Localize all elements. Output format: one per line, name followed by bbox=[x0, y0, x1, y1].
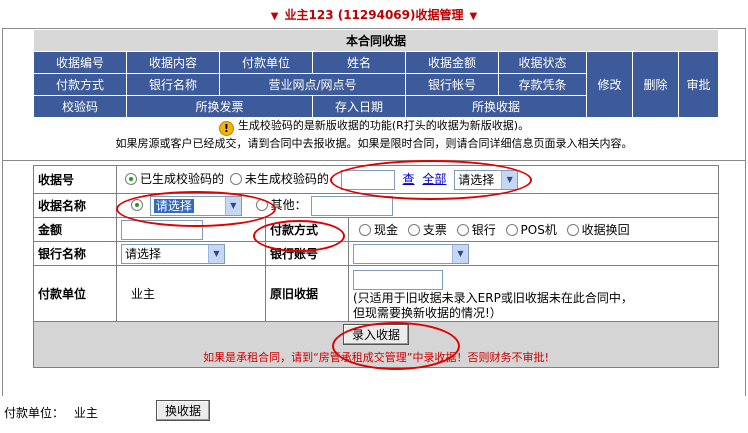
warning-icon: ! bbox=[218, 121, 234, 136]
col-exchanged-receipt: 所换收据 bbox=[405, 95, 587, 118]
pay-return-option[interactable]: 收据换回 bbox=[566, 223, 630, 237]
notice-box: ! 生成校验码的是新版收据的功能(R打头的收据为新版收据)。 如果房源或客户已经成… bbox=[0, 118, 748, 162]
col-receipt-no: 收据编号 bbox=[33, 51, 127, 74]
old-receipt-input[interactable] bbox=[353, 269, 443, 290]
receipt-name-label: 收据名称 bbox=[33, 193, 117, 218]
all-link[interactable]: 全部 bbox=[422, 172, 446, 186]
notice-line-1: 生成校验码的是新版收据的功能(R打头的收据为新版收据)。 bbox=[237, 119, 530, 132]
bank-account-cell: ▼ bbox=[347, 241, 720, 266]
chevron-down-icon: ▼ bbox=[501, 170, 518, 189]
other-input[interactable] bbox=[310, 195, 393, 216]
pay-check-option[interactable]: 支票 bbox=[407, 223, 447, 237]
radio-receipt-name-select[interactable] bbox=[131, 199, 143, 211]
old-receipt-label: 原旧收据 bbox=[265, 265, 349, 322]
receipt-list-header: 本合同收据 收据编号 收据内容 付款单位 姓名 收据金额 收据状态 修改 删除 … bbox=[32, 29, 720, 118]
receipt-no-label: 收据号 bbox=[33, 165, 117, 194]
not-generated-option[interactable]: 未生成校验码的 bbox=[229, 172, 329, 186]
amount-input[interactable] bbox=[121, 219, 203, 240]
col-invoice: 所换发票 bbox=[126, 95, 313, 118]
payer-cell: 业主 bbox=[116, 265, 266, 322]
radio-not-generated[interactable] bbox=[229, 173, 242, 185]
header-caption: 本合同收据 bbox=[32, 29, 720, 52]
bank-name-label: 银行名称 bbox=[33, 241, 117, 266]
payer-value: 业主 bbox=[131, 287, 156, 301]
col-deposit-date: 存入日期 bbox=[312, 95, 406, 118]
bank-account-label: 银行账号 bbox=[265, 241, 349, 266]
col-edit: 修改 bbox=[586, 51, 633, 118]
col-branch: 营业网点/网点号 bbox=[219, 73, 406, 96]
receipt-no-input[interactable] bbox=[340, 169, 395, 190]
col-status: 收据状态 bbox=[498, 51, 587, 74]
pay-pos-option[interactable]: POS机 bbox=[505, 223, 557, 237]
receipt-no-select[interactable]: 请选择 ▼ bbox=[454, 169, 519, 190]
generated-option[interactable]: 已生成校验码的 bbox=[125, 172, 224, 186]
col-bank-account: 银行帐号 bbox=[405, 73, 499, 96]
footer-payer-label: 付款单位： bbox=[4, 406, 65, 420]
receipt-entry-form: 收据号 已生成校验码的 未生成校验码的 查 全部 请选择 ▼ 收据名称 请选择 ▼ … bbox=[32, 165, 720, 368]
chevron-down-icon: ▼ bbox=[224, 196, 241, 215]
col-pay-method: 付款方式 bbox=[33, 73, 127, 96]
radio-check[interactable] bbox=[407, 224, 420, 236]
other-option[interactable]: 其他： bbox=[255, 198, 307, 212]
radio-return[interactable] bbox=[566, 224, 579, 236]
old-receipt-note-2: 但现需要换新收据的情况!） bbox=[353, 305, 502, 320]
radio-generated[interactable] bbox=[125, 173, 137, 185]
pay-method-label: 付款方式 bbox=[265, 217, 349, 242]
col-payer: 付款单位 bbox=[219, 51, 313, 74]
amount-cell bbox=[116, 217, 266, 242]
submit-row: 录入收据 如果是承租合同，请到“房管承租成交管理”中录收据！否则财务不审批! bbox=[32, 321, 720, 368]
radio-other[interactable] bbox=[255, 199, 268, 211]
receipt-name-cell: 请选择 ▼ 其他： bbox=[115, 193, 720, 218]
pay-bank-option[interactable]: 银行 bbox=[456, 223, 496, 237]
col-deposit-slip: 存款凭条 bbox=[498, 73, 587, 96]
triangle-down-icon: ▼ bbox=[469, 11, 478, 22]
col-check-code: 校验码 bbox=[33, 95, 127, 118]
bank-name-cell: 请选择 ▼ bbox=[116, 241, 266, 266]
search-link[interactable]: 查 bbox=[403, 172, 415, 186]
divider bbox=[2, 160, 746, 161]
footer: 付款单位： 业主 换收据 bbox=[4, 400, 211, 421]
col-bank-name: 银行名称 bbox=[126, 73, 220, 96]
pay-cash-option[interactable]: 现金 bbox=[359, 223, 398, 237]
bank-name-select[interactable]: 请选择 ▼ bbox=[121, 243, 225, 264]
page-title: 业主123 (11294069)收据管理 bbox=[284, 8, 464, 22]
chevron-down-icon: ▼ bbox=[452, 244, 468, 263]
pay-method-cell: 现金 支票 银行 POS机 收据换回 bbox=[347, 217, 720, 242]
exchange-receipt-button[interactable]: 换收据 bbox=[156, 400, 211, 421]
amount-label: 金额 bbox=[33, 217, 117, 242]
page-title-bar: ▼ 业主123 (11294069)收据管理 ▼ bbox=[0, 0, 748, 28]
col-approve: 审批 bbox=[677, 51, 720, 118]
chevron-down-icon: ▼ bbox=[208, 244, 224, 263]
payer-label: 付款单位 bbox=[33, 265, 117, 322]
col-amount: 收据金额 bbox=[405, 51, 499, 74]
col-receipt-content: 收据内容 bbox=[126, 51, 220, 74]
triangle-down-icon: ▼ bbox=[270, 11, 279, 22]
receipt-name-select[interactable]: 请选择 ▼ bbox=[149, 195, 242, 216]
col-name: 姓名 bbox=[312, 51, 406, 74]
col-delete: 删除 bbox=[632, 51, 679, 118]
footer-payer-value: 业主 bbox=[73, 406, 98, 420]
lease-warning: 如果是承租合同，请到“房管承租成交管理”中录收据！否则财务不审批! bbox=[203, 351, 549, 364]
notice-line-2: 如果房源或客户已经成交，请到合同中去报收据。如果是限时合同，则请合同详细信息页面… bbox=[115, 137, 633, 150]
receipt-no-cell: 已生成校验码的 未生成校验码的 查 全部 请选择 ▼ bbox=[115, 165, 720, 194]
radio-pos[interactable] bbox=[505, 224, 518, 236]
old-receipt-cell: (只适用于旧收据未录入ERP或旧收据未在此合同中， 但现需要换新收据的情况!） bbox=[347, 265, 720, 322]
radio-cash[interactable] bbox=[359, 224, 371, 236]
old-receipt-note-1: (只适用于旧收据未录入ERP或旧收据未在此合同中， bbox=[353, 290, 633, 305]
bank-account-select[interactable]: ▼ bbox=[353, 243, 469, 264]
radio-bank[interactable] bbox=[456, 224, 469, 236]
submit-receipt-button[interactable]: 录入收据 bbox=[343, 324, 410, 345]
